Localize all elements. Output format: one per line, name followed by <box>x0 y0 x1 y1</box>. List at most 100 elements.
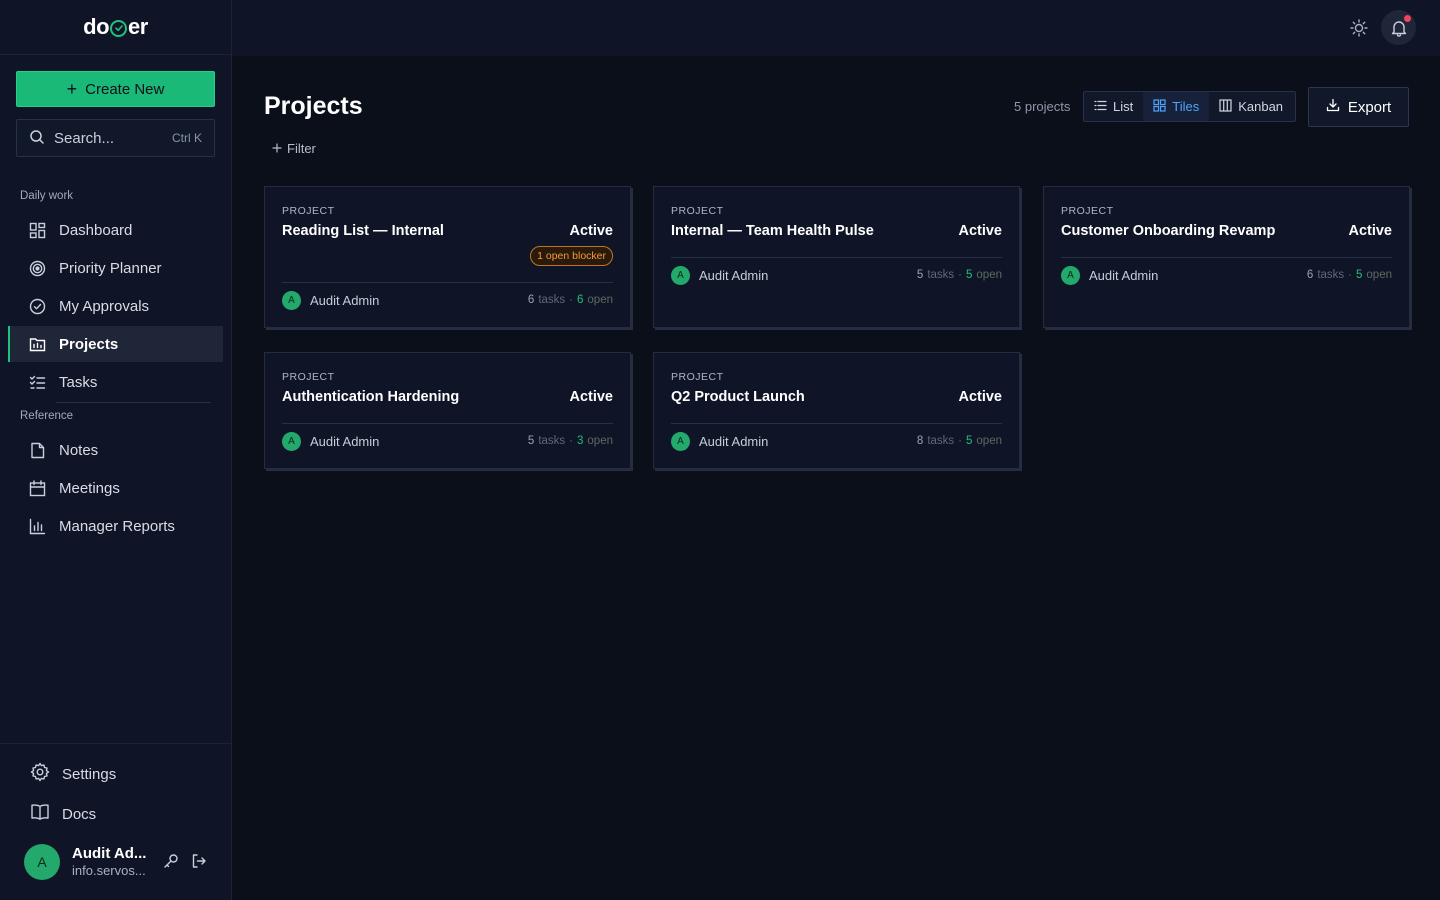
project-title: Q2 Product Launch <box>671 389 805 405</box>
tasks-count: 5 <box>916 269 924 281</box>
project-stats: 8 tasks · 5 open <box>917 435 1002 447</box>
page-title: Projects <box>264 92 363 120</box>
notification-dot <box>1404 15 1411 22</box>
owner-name: Audit Admin <box>310 434 380 449</box>
card-divider <box>282 282 613 283</box>
sidebar-item-priority-planner[interactable]: Priority Planner <box>8 250 223 286</box>
check-circle-icon <box>28 297 46 315</box>
avatar: A <box>282 291 301 310</box>
sidebar-item-notes[interactable]: Notes <box>8 432 223 468</box>
section-daily-work: Daily work <box>20 190 74 202</box>
project-title: Authentication Hardening <box>282 389 460 405</box>
docs-label: Docs <box>62 805 97 823</box>
project-card[interactable]: PROJECT Q2 Product Launch Active A Audit… <box>653 352 1020 469</box>
sidebar-item-my-approvals[interactable]: My Approvals <box>8 288 223 324</box>
open-count: 5 <box>966 269 973 281</box>
open-count: 6 <box>577 294 584 306</box>
sidebar-item-meetings[interactable]: Meetings <box>8 470 223 506</box>
tasks-label: tasks <box>1317 269 1345 281</box>
kanban-icon <box>1219 98 1232 115</box>
tasks-icon <box>28 373 46 391</box>
user-name: Audit Ad... <box>72 845 147 862</box>
project-card[interactable]: PROJECT Customer Onboarding Revamp Activ… <box>1043 186 1410 328</box>
search-placeholder: Search... <box>54 129 115 147</box>
bar-chart-icon <box>28 517 46 535</box>
sidebar-item-manager-reports[interactable]: Manager Reports <box>8 508 223 544</box>
view-kanban-button[interactable]: Kanban <box>1209 92 1293 121</box>
tasks-count: 5 <box>527 435 535 447</box>
theme-toggle-sun-icon[interactable] <box>1349 18 1369 38</box>
open-count: 3 <box>577 435 584 447</box>
tasks-label: tasks <box>927 269 955 281</box>
logout-icon[interactable] <box>190 852 208 870</box>
project-card[interactable]: PROJECT Internal — Team Health Pulse Act… <box>653 186 1020 328</box>
sidebar-item-label: Projects <box>59 335 119 353</box>
tasks-count: 8 <box>916 435 924 447</box>
grid-icon <box>1153 98 1166 115</box>
card-divider <box>671 257 1002 258</box>
filter-label: Filter <box>287 141 316 156</box>
settings-label: Settings <box>62 765 117 783</box>
project-status: Active <box>958 223 1002 239</box>
tasks-count: 6 <box>527 294 535 306</box>
dashboard-icon <box>28 221 46 239</box>
filter-button[interactable]: Filter <box>272 141 316 156</box>
tasks-label: tasks <box>538 435 566 447</box>
stats-separator: · <box>958 269 962 281</box>
project-kicker: PROJECT <box>282 205 335 217</box>
view-list-label: List <box>1113 99 1134 114</box>
open-count: 5 <box>1356 269 1363 281</box>
project-owner: A Audit Admin <box>671 432 768 451</box>
sidebar-item-dashboard[interactable]: Dashboard <box>8 212 223 248</box>
project-status: Active <box>958 389 1002 405</box>
project-title: Internal — Team Health Pulse <box>671 223 874 239</box>
docs-link[interactable]: Docs <box>30 799 96 829</box>
avatar: A <box>282 432 301 451</box>
sidebar-item-label: My Approvals <box>59 297 150 315</box>
owner-name: Audit Admin <box>699 268 769 283</box>
sidebar-item-label: Meetings <box>59 479 120 497</box>
logo-area: do er <box>0 0 231 55</box>
open-label: open <box>587 294 613 306</box>
stats-separator: · <box>1348 269 1352 281</box>
project-kicker: PROJECT <box>1061 205 1114 217</box>
sidebar-item-projects[interactable]: Projects <box>8 326 223 362</box>
create-new-label: Create New <box>85 80 165 98</box>
project-title: Customer Onboarding Revamp <box>1061 223 1276 239</box>
user-profile[interactable]: A Audit Ad... info.servos... <box>24 844 146 880</box>
sidebar-item-label: Notes <box>59 441 99 459</box>
search-input[interactable]: Search... Ctrl K <box>16 119 215 157</box>
user-email: info.servos... <box>72 863 146 878</box>
settings-link[interactable]: Settings <box>30 759 116 789</box>
stats-separator: · <box>569 435 573 447</box>
owner-name: Audit Admin <box>1089 268 1159 283</box>
project-card[interactable]: PROJECT Authentication Hardening Active … <box>264 352 631 469</box>
project-owner: A Audit Admin <box>1061 266 1158 285</box>
projects-icon <box>28 335 46 353</box>
top-bar <box>232 0 1440 56</box>
export-button[interactable]: Export <box>1308 87 1409 127</box>
sidebar-item-tasks[interactable]: Tasks <box>8 364 223 400</box>
card-divider <box>1061 257 1392 258</box>
note-icon <box>28 441 46 459</box>
view-tiles-button[interactable]: Tiles <box>1143 92 1210 121</box>
view-kanban-label: Kanban <box>1238 99 1284 114</box>
project-card[interactable]: PROJECT Reading List — Internal Active 1… <box>264 186 631 328</box>
project-owner: A Audit Admin <box>282 291 379 310</box>
open-label: open <box>976 269 1002 281</box>
avatar: A <box>671 266 690 285</box>
logo[interactable]: do er <box>83 14 148 40</box>
notifications-bell-icon[interactable] <box>1381 10 1416 45</box>
plus-icon <box>272 141 282 156</box>
section-reference: Reference <box>20 410 74 422</box>
avatar: A <box>671 432 690 451</box>
view-tiles-label: Tiles <box>1172 99 1200 114</box>
view-list-button[interactable]: List <box>1084 92 1143 121</box>
key-icon[interactable] <box>162 852 180 870</box>
export-label: Export <box>1347 98 1392 116</box>
user-info: Audit Ad... info.servos... <box>72 845 146 879</box>
sidebar: do er + Create New Search... Ctrl K Dail… <box>0 0 232 900</box>
search-icon <box>29 129 45 148</box>
calendar-icon <box>28 479 46 497</box>
create-new-button[interactable]: + Create New <box>16 71 215 107</box>
